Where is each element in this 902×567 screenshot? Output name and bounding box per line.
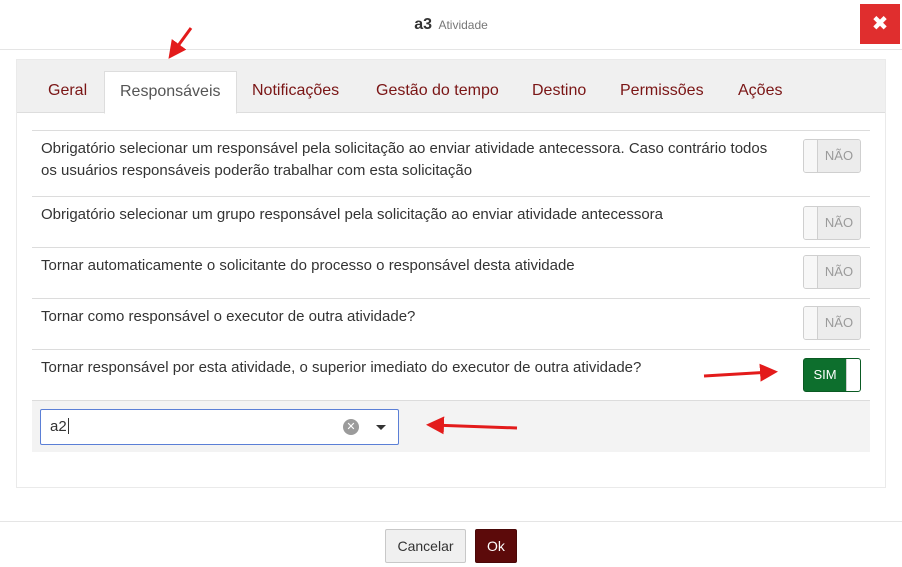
setting-row-require-group: Obrigatório selecionar um grupo responsá… xyxy=(32,196,870,247)
setting-row-executor-other: Tornar como responsável o executor de ou… xyxy=(32,298,870,349)
setting-row-superior-executor: Tornar responsável por esta atividade, o… xyxy=(32,349,870,400)
toggle-require-group[interactable]: NÃO xyxy=(803,206,861,240)
toggle-knob xyxy=(804,140,818,172)
tab-geral[interactable]: Geral xyxy=(48,71,87,113)
setting-label: Obrigatório selecionar um grupo responsá… xyxy=(41,206,664,223)
activity-select[interactable]: a2 ✕ xyxy=(40,409,399,445)
dialog-title-main: a3 xyxy=(414,16,432,33)
toggle-knob xyxy=(804,256,818,288)
setting-label: Tornar automaticamente o solicitante do … xyxy=(41,257,575,274)
dialog-title: a3 Atividade xyxy=(0,15,902,35)
tab-bar: Geral Responsáveis Notificações Gestão d… xyxy=(17,60,885,114)
tab-notificacoes[interactable]: Notificações xyxy=(252,71,339,113)
content-panel: Geral Responsáveis Notificações Gestão d… xyxy=(16,59,886,488)
tab-gestao-do-tempo[interactable]: Gestão do tempo xyxy=(376,71,499,113)
ok-button[interactable]: Ok xyxy=(475,529,517,563)
activity-select-value[interactable]: a2 xyxy=(50,410,69,444)
toggle-require-responsible[interactable]: NÃO xyxy=(803,139,861,173)
setting-row-auto-requester: Tornar automaticamente o solicitante do … xyxy=(32,247,870,298)
dialog-header: a3 Atividade xyxy=(0,0,902,50)
dialog-title-sub: Atividade xyxy=(438,18,488,32)
toggle-knob xyxy=(846,359,860,391)
setting-row-require-responsible: Obrigatório selecionar um responsável pe… xyxy=(32,130,870,196)
close-button[interactable]: ✖ xyxy=(860,4,900,44)
toggle-state-label: SIM xyxy=(804,359,846,391)
toggle-state-label: NÃO xyxy=(818,256,860,288)
tab-responsaveis[interactable]: Responsáveis xyxy=(104,71,237,114)
tab-destino[interactable]: Destino xyxy=(532,71,586,113)
cancel-button[interactable]: Cancelar xyxy=(385,529,466,563)
toggle-executor-other[interactable]: NÃO xyxy=(803,306,861,340)
toggle-state-label: NÃO xyxy=(818,307,860,339)
setting-label: Obrigatório selecionar um responsável pe… xyxy=(41,140,768,179)
dialog: a3 Atividade ✖ Geral Responsáveis Notifi… xyxy=(0,0,902,567)
clear-circle-icon[interactable]: ✕ xyxy=(343,419,359,435)
toggle-knob xyxy=(804,207,818,239)
activity-select-row: a2 ✕ xyxy=(32,400,870,452)
toggle-auto-requester[interactable]: NÃO xyxy=(803,255,861,289)
close-icon: ✖ xyxy=(871,13,889,35)
setting-label: Tornar responsável por esta atividade, o… xyxy=(41,359,642,376)
dialog-footer: Cancelar Ok xyxy=(0,521,902,567)
toggle-superior-executor[interactable]: SIM xyxy=(803,358,861,392)
toggle-state-label: NÃO xyxy=(818,207,860,239)
caret-down-icon[interactable] xyxy=(376,425,386,430)
tab-acoes[interactable]: Ações xyxy=(738,71,782,113)
toggle-state-label: NÃO xyxy=(818,140,860,172)
tab-permissoes[interactable]: Permissões xyxy=(620,71,704,113)
toggle-knob xyxy=(804,307,818,339)
setting-label: Tornar como responsável o executor de ou… xyxy=(41,308,416,325)
